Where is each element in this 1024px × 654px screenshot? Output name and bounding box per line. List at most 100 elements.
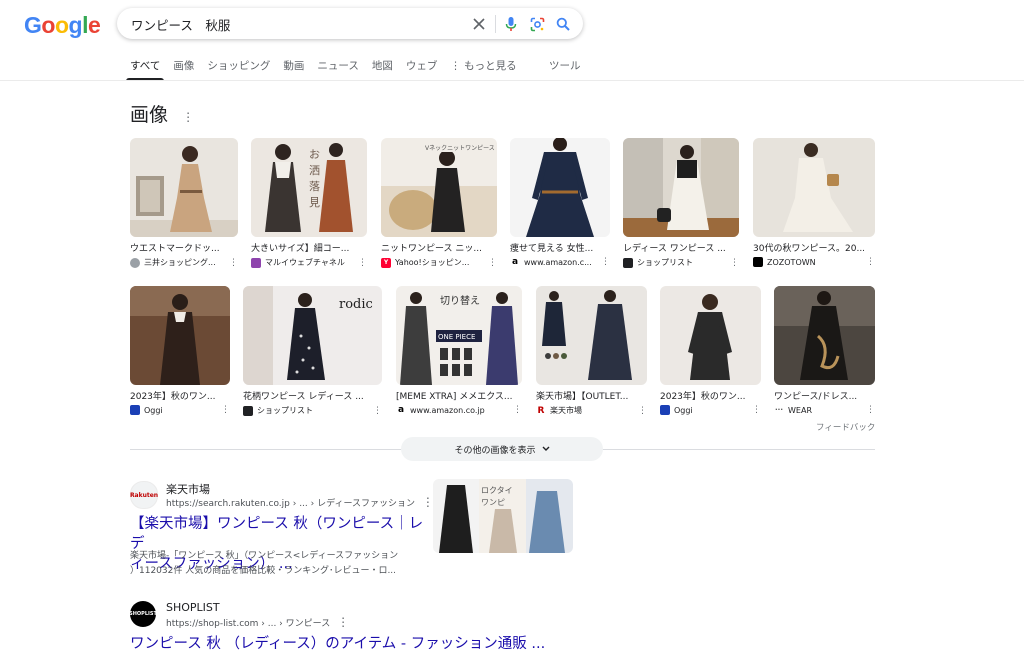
image-thumbnail[interactable]: 切り替え ONE PIECE (396, 286, 522, 385)
header-divider (0, 80, 1024, 81)
tab-all[interactable]: すべて (125, 58, 165, 81)
more-options-icon[interactable]: ⋮ (229, 258, 238, 268)
logo-letter: g (68, 12, 83, 38)
svg-text:落: 落 (309, 180, 320, 193)
image-result[interactable]: 痩せて見える 女性... a www.amazon.c... ⋮ (510, 138, 610, 267)
image-thumbnail[interactable]: お洒落見 (251, 138, 367, 237)
image-source: マルイウェブチャネル (251, 257, 367, 268)
more-options-icon[interactable]: ⋮ (182, 110, 194, 124)
source-name: WEAR (788, 405, 812, 415)
source-name: www.amazon.c... (524, 257, 592, 267)
more-options-icon[interactable]: ⋮ (513, 405, 522, 415)
more-images-label: その他の画像を表示 (454, 445, 536, 456)
search-icon[interactable] (553, 14, 573, 34)
google-logo[interactable]: Google (24, 12, 101, 39)
clear-icon[interactable] (469, 14, 489, 34)
more-options-icon[interactable]: ⋮ (337, 615, 349, 629)
logo-letter: o (41, 12, 55, 38)
more-images-button[interactable]: その他の画像を表示 (401, 437, 603, 461)
image-thumbnail[interactable]: rodic (243, 286, 382, 385)
more-options-icon[interactable]: ⋮ (221, 405, 230, 415)
more-options-icon[interactable]: ⋮ (730, 258, 739, 268)
image-thumbnail[interactable] (536, 286, 647, 385)
image-result[interactable]: お洒落見 大きいサイズ】細コー... マルイウェブチャネル ⋮ (251, 138, 367, 268)
image-thumbnail[interactable] (510, 138, 610, 237)
site-logo: Rakuten (130, 481, 158, 509)
result-snippet: 楽天市場-「ワンピース 秋」（ワンピース<レディースファッション ）112032… (130, 549, 398, 579)
more-options-icon[interactable]: ⋮ (752, 405, 761, 415)
svg-text:ONE PIECE: ONE PIECE (438, 333, 475, 341)
search-input[interactable]: ワンピース 秋服 (131, 15, 230, 34)
image-result[interactable]: 楽天市場】【OUTLET... R 楽天市場 ⋮ (536, 286, 647, 416)
image-thumbnail[interactable] (753, 138, 875, 237)
more-options-icon[interactable]: ⋮ (358, 258, 367, 268)
image-caption: レディース ワンピース ... (623, 244, 726, 254)
site-logo: SHOPLIST (129, 601, 157, 627)
image-source: R 楽天市場 (536, 405, 647, 416)
image-result[interactable]: 30代の秋ワンピース。20... ZOZOTOWN ⋮ (753, 138, 875, 267)
image-result[interactable]: ウエストマークドッ... 三井ショッピング... ⋮ (130, 138, 238, 268)
image-caption: 30代の秋ワンピース。20... (753, 244, 866, 254)
search-box[interactable]: ワンピース 秋服 (117, 8, 583, 39)
tab-videos[interactable]: 動画 (283, 58, 304, 80)
more-options-icon[interactable]: ⋮ (488, 258, 497, 268)
tab-web[interactable]: ウェブ (406, 58, 438, 80)
image-source: Oggi (660, 405, 761, 415)
snippet-line: 楽天市場-「ワンピース 秋」（ワンピース<レディースファッション (130, 551, 399, 561)
image-caption: 痩せて見える 女性... (510, 244, 594, 254)
source-favicon: R (536, 405, 546, 416)
image-thumbnail[interactable] (774, 286, 875, 385)
more-options-icon[interactable]: ⋮ (601, 257, 610, 267)
image-result[interactable]: レディース ワンピース ... ショップリスト ⋮ (623, 138, 739, 268)
microphone-icon[interactable] (501, 14, 521, 34)
tab-news[interactable]: ニュース (317, 58, 358, 80)
source-name: www.amazon.co.jp (410, 405, 485, 415)
result-site-name: SHOPLIST (166, 601, 220, 614)
source-favicon (753, 257, 763, 267)
search-tabs: すべて 画像 ショッピング 動画 ニュース 地図 ウェブ ⋮ もっと見る (125, 58, 530, 81)
logo-letter: e (87, 12, 101, 38)
search-result: SHOPLIST SHOPLIST https://shop-list.com … (129, 601, 570, 654)
source-favicon (130, 405, 140, 415)
image-thumbnail[interactable]: Vネックニットワンピース (381, 138, 497, 237)
tab-shopping[interactable]: ショッピング (207, 58, 270, 80)
image-result[interactable]: 切り替え ONE PIECE [MEME XTRA] メメエクス... a www.… (396, 286, 522, 415)
site-logo-text: SHOPLIST (129, 611, 157, 617)
tab-maps[interactable]: 地図 (372, 58, 393, 80)
result-url[interactable]: https://shop-list.com › ... › ワンピース ⋮ (166, 615, 349, 629)
more-options-icon[interactable]: ⋮ (866, 257, 875, 267)
svg-text:見: 見 (309, 196, 320, 209)
more-options-icon[interactable]: ⋮ (638, 406, 647, 416)
tools-button[interactable]: ツール (549, 58, 581, 73)
image-source: ショップリスト (623, 257, 739, 268)
search-result: Rakuten 楽天市場 https://search.rakuten.co.j… (130, 481, 434, 581)
image-result[interactable]: 2023年】秋のワン... Oggi ⋮ (130, 286, 230, 415)
google-lens-icon[interactable] (527, 14, 547, 34)
source-favicon (623, 257, 633, 268)
image-thumbnail[interactable] (660, 286, 761, 385)
image-thumbnail[interactable] (130, 138, 238, 237)
image-result[interactable]: rodic 花柄ワンピース レディース ... ショップリスト ⋮ (243, 286, 382, 416)
image-result[interactable]: ワンピース/ドレス... ··· WEAR ⋮ (774, 286, 875, 415)
image-caption: 2023年】秋のワン... (660, 392, 746, 402)
result-url-text: https://search.rakuten.co.jp › ... › レディ… (166, 499, 416, 509)
image-source: a www.amazon.c... (510, 257, 610, 267)
image-result[interactable]: Vネックニットワンピース ニットワンピース ニッ... Y Yahoo!ショッピン… (381, 138, 497, 268)
source-name: Yahoo!ショッピン... (395, 258, 470, 267)
more-options-icon[interactable]: ⋮ (373, 406, 382, 416)
image-caption: 2023年】秋のワン... (130, 392, 216, 402)
image-source: ··· WEAR (774, 405, 875, 415)
tab-more[interactable]: ⋮ もっと見る (450, 58, 516, 80)
image-result[interactable]: 2023年】秋のワン... Oggi ⋮ (660, 286, 761, 415)
feedback-link[interactable]: フィードバック (816, 421, 875, 433)
result-thumbnail[interactable]: ロクタイ ワンピ (433, 479, 573, 553)
result-title-line: 【楽天市場】ワンピース 秋（ワンピース｜レデ (130, 516, 424, 552)
image-source: Y Yahoo!ショッピン... (381, 257, 497, 268)
image-thumbnail[interactable] (623, 138, 739, 237)
result-title-link[interactable]: ワンピース 秋 （レディース）のアイテム - ファッション通販 ... (130, 634, 545, 654)
source-favicon (243, 405, 253, 416)
tab-images[interactable]: 画像 (173, 58, 194, 80)
image-thumbnail[interactable] (130, 286, 230, 385)
more-options-icon[interactable]: ⋮ (866, 405, 875, 415)
result-url[interactable]: https://search.rakuten.co.jp › ... › レディ… (166, 495, 434, 509)
